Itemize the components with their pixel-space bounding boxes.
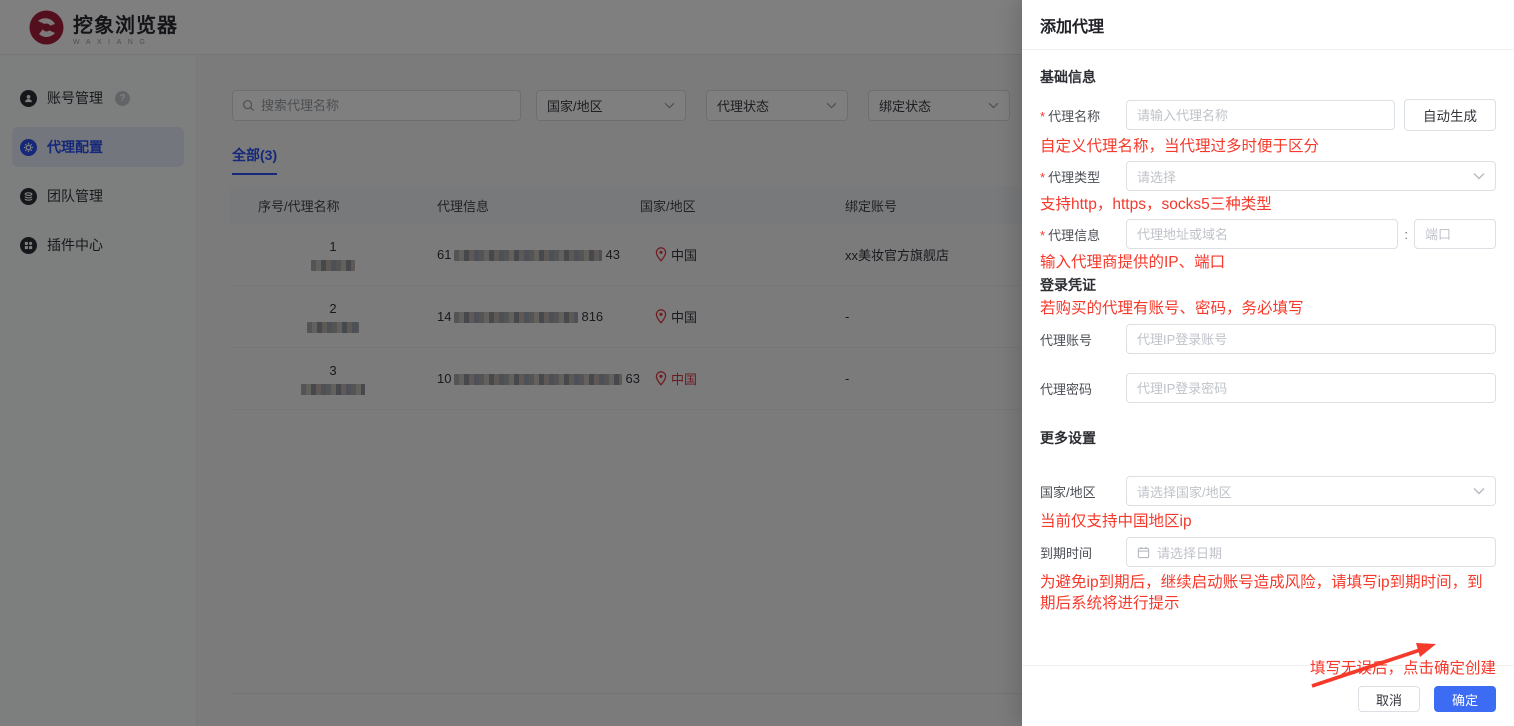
section-login-credentials: 登录凭证 bbox=[1040, 275, 1496, 295]
region-label: 国家/地区 bbox=[1040, 482, 1126, 501]
annotation-region: 当前仅支持中国地区ip bbox=[1040, 511, 1496, 532]
proxy-info-row: *代理信息 : bbox=[1040, 219, 1496, 249]
chevron-down-icon bbox=[1473, 172, 1485, 180]
auto-generate-button[interactable]: 自动生成 bbox=[1404, 99, 1496, 131]
expire-date-picker[interactable]: 请选择日期 bbox=[1126, 537, 1496, 567]
add-proxy-drawer: 添加代理 基础信息 *代理名称 自动生成 自定义代理名称，当代理过多时便于区分 … bbox=[1022, 0, 1514, 726]
proxy-name-input[interactable] bbox=[1126, 100, 1395, 130]
cancel-button[interactable]: 取消 bbox=[1358, 686, 1420, 712]
expire-date-placeholder: 请选择日期 bbox=[1157, 543, 1222, 562]
proxy-port-input[interactable] bbox=[1414, 219, 1496, 249]
proxy-password-input[interactable] bbox=[1126, 373, 1496, 403]
proxy-account-input[interactable] bbox=[1126, 324, 1496, 354]
annotation-credentials: 若购买的代理有账号、密码，务必填写 bbox=[1040, 298, 1496, 319]
proxy-password-row: 代理密码 bbox=[1040, 373, 1496, 403]
proxy-type-row: *代理类型 请选择 bbox=[1040, 161, 1496, 191]
proxy-type-label: *代理类型 bbox=[1040, 167, 1126, 186]
expire-date-row: 到期时间 请选择日期 bbox=[1040, 537, 1496, 567]
proxy-name-row: *代理名称 自动生成 bbox=[1040, 99, 1496, 131]
section-basic-info: 基础信息 bbox=[1040, 67, 1496, 87]
proxy-name-label: *代理名称 bbox=[1040, 106, 1126, 125]
annotation-proxy-type: 支持http，https，socks5三种类型 bbox=[1040, 194, 1496, 215]
region-placeholder: 请选择国家/地区 bbox=[1137, 482, 1232, 501]
annotation-proxy-info: 输入代理商提供的IP、端口 bbox=[1040, 252, 1496, 273]
region-select[interactable]: 请选择国家/地区 bbox=[1126, 476, 1496, 506]
expire-date-label: 到期时间 bbox=[1040, 543, 1126, 562]
drawer-title: 添加代理 bbox=[1022, 0, 1514, 50]
annotation-expire-date: 为避免ip到期后，继续启动账号造成风险，请填写ip到期时间，到期后系统将进行提示 bbox=[1040, 572, 1496, 614]
proxy-account-row: 代理账号 bbox=[1040, 324, 1496, 354]
annotation-confirm: 填写无误后，点击确定创建 bbox=[1040, 656, 1496, 678]
proxy-info-label: *代理信息 bbox=[1040, 225, 1126, 244]
section-more-settings: 更多设置 bbox=[1040, 428, 1496, 448]
proxy-password-label: 代理密码 bbox=[1040, 379, 1126, 398]
confirm-button[interactable]: 确定 bbox=[1434, 686, 1496, 712]
address-port-separator: : bbox=[1404, 227, 1408, 242]
drawer-footer: 填写无误后，点击确定创建 取消 确定 bbox=[1022, 665, 1514, 726]
calendar-icon bbox=[1137, 546, 1150, 559]
region-row: 国家/地区 请选择国家/地区 bbox=[1040, 476, 1496, 506]
chevron-down-icon bbox=[1473, 487, 1485, 495]
annotation-proxy-name: 自定义代理名称，当代理过多时便于区分 bbox=[1040, 136, 1496, 157]
proxy-account-label: 代理账号 bbox=[1040, 330, 1126, 349]
proxy-type-select[interactable]: 请选择 bbox=[1126, 161, 1496, 191]
proxy-address-input[interactable] bbox=[1126, 219, 1398, 249]
proxy-type-placeholder: 请选择 bbox=[1137, 167, 1176, 186]
